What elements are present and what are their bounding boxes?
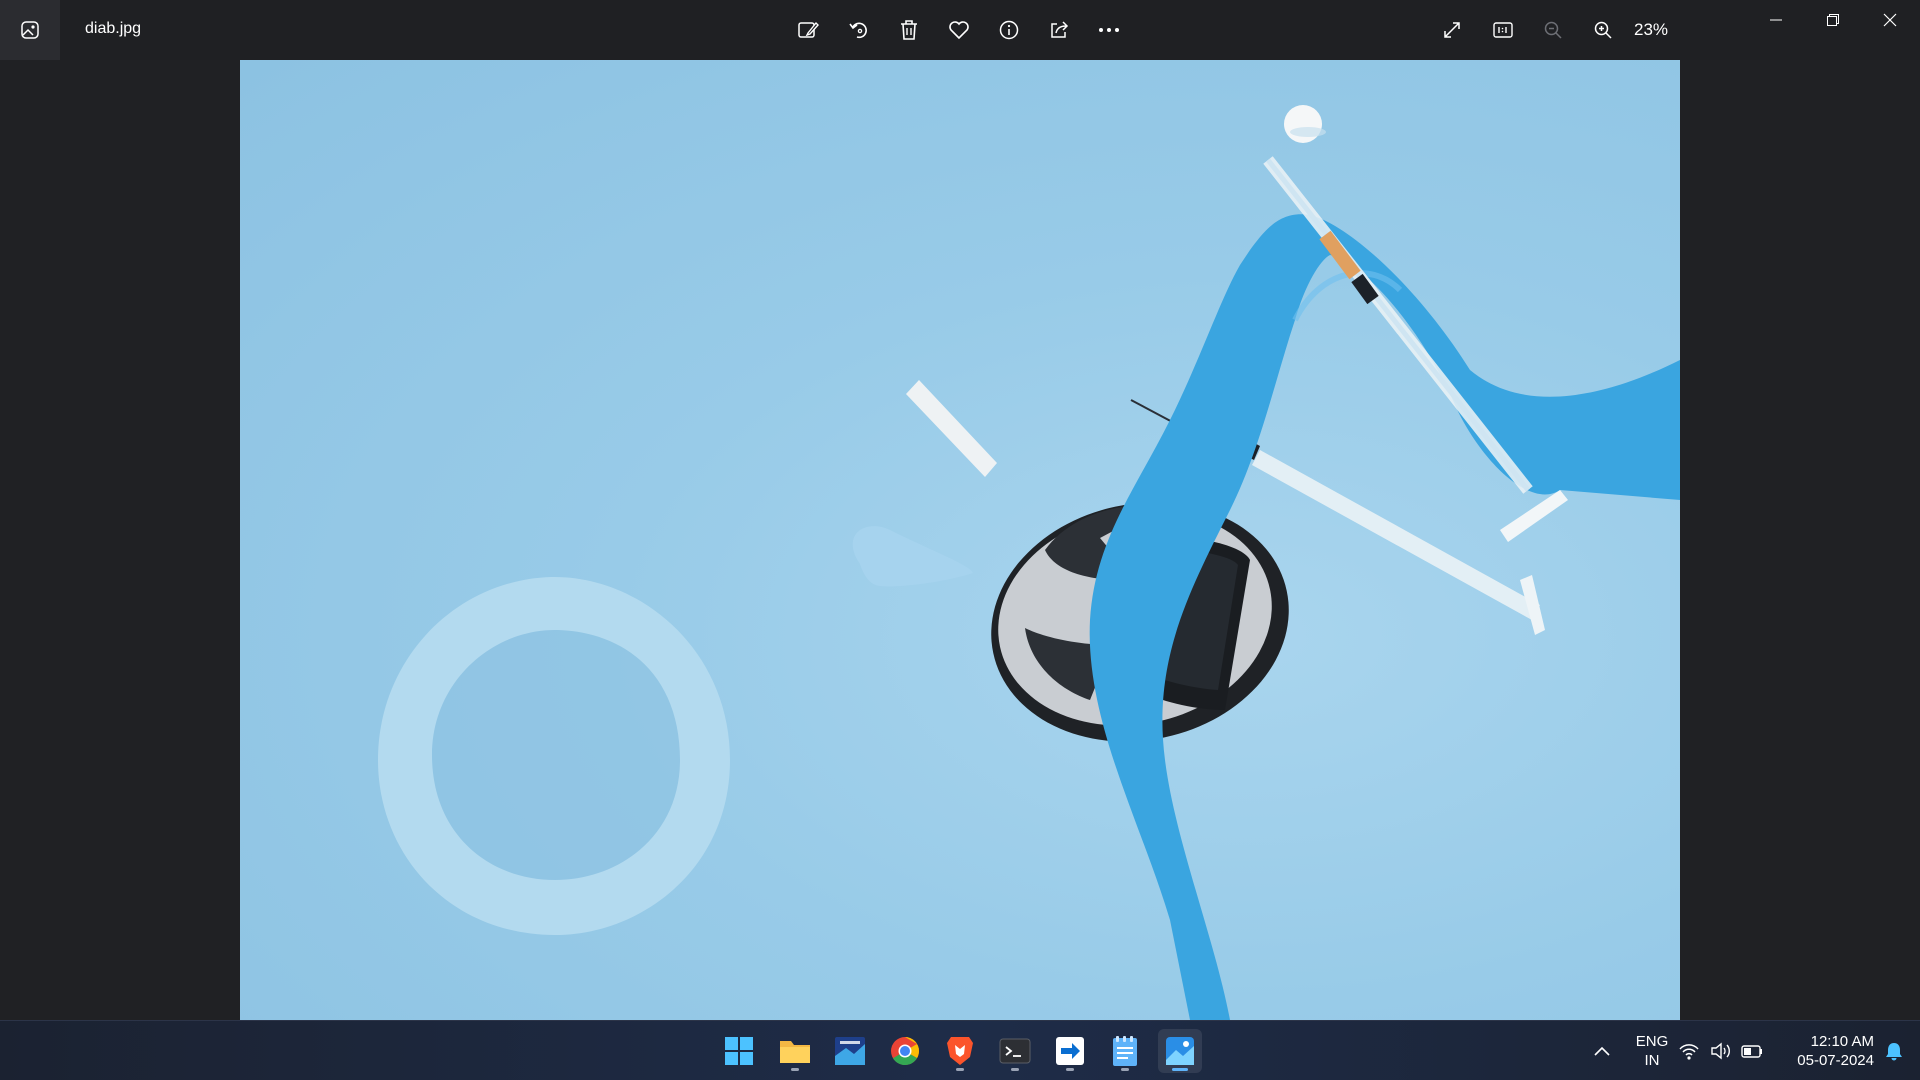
actual-size-icon[interactable] (1487, 14, 1519, 46)
displayed-photo[interactable] (240, 60, 1680, 1020)
info-icon[interactable] (993, 14, 1025, 46)
edit-image-icon[interactable] (792, 14, 824, 46)
running-indicator (1066, 1068, 1074, 1071)
time-text: 12:10 AM (1810, 1033, 1874, 1050)
chrome-icon[interactable] (883, 1029, 927, 1073)
zoom-level[interactable]: 23% (1634, 20, 1668, 40)
notepad-icon[interactable] (1103, 1029, 1147, 1073)
running-indicator (1011, 1068, 1019, 1071)
photos-app-taskbar-icon[interactable] (1158, 1029, 1202, 1073)
title-bar: diab.jpg 23% (0, 0, 1920, 60)
language-code: ENG (1635, 1033, 1669, 1050)
favorite-icon[interactable] (943, 14, 975, 46)
running-indicator (791, 1068, 799, 1071)
zoom-in-icon[interactable] (1587, 14, 1619, 46)
terminal-icon[interactable] (993, 1029, 1037, 1073)
running-indicator (1172, 1068, 1188, 1071)
remote-app-icon[interactable] (1048, 1029, 1092, 1073)
more-icon[interactable] (1093, 14, 1125, 46)
language-indicator[interactable]: ENG IN (1630, 1032, 1674, 1070)
share-icon[interactable] (1043, 14, 1075, 46)
notification-bell-icon[interactable] (1874, 1029, 1914, 1073)
photos-app-icon[interactable] (0, 0, 60, 60)
taskbar: ENG IN 12:10 AM 05-07-2024 (0, 1020, 1920, 1080)
show-hidden-icons[interactable] (1580, 1029, 1624, 1073)
rotate-icon[interactable] (843, 14, 875, 46)
zoom-out-icon[interactable] (1537, 14, 1569, 46)
fullscreen-icon[interactable] (1436, 14, 1468, 46)
brave-icon[interactable] (938, 1029, 982, 1073)
region-code: IN (1644, 1052, 1660, 1069)
file-name: diab.jpg (85, 20, 142, 37)
desktop-app-icon[interactable] (828, 1029, 872, 1073)
delete-icon[interactable] (893, 14, 925, 46)
clock[interactable]: 12:10 AM 05-07-2024 (1780, 1032, 1874, 1070)
close-icon[interactable] (1868, 6, 1912, 34)
date-text: 05-07-2024 (1797, 1052, 1874, 1069)
start-button[interactable] (717, 1029, 761, 1073)
running-indicator (1121, 1068, 1129, 1071)
minimize-icon[interactable] (1754, 6, 1798, 34)
file-explorer-icon[interactable] (773, 1029, 817, 1073)
restore-icon[interactable] (1811, 6, 1855, 34)
running-indicator (956, 1068, 964, 1071)
quick-settings[interactable] (1674, 1029, 1774, 1073)
